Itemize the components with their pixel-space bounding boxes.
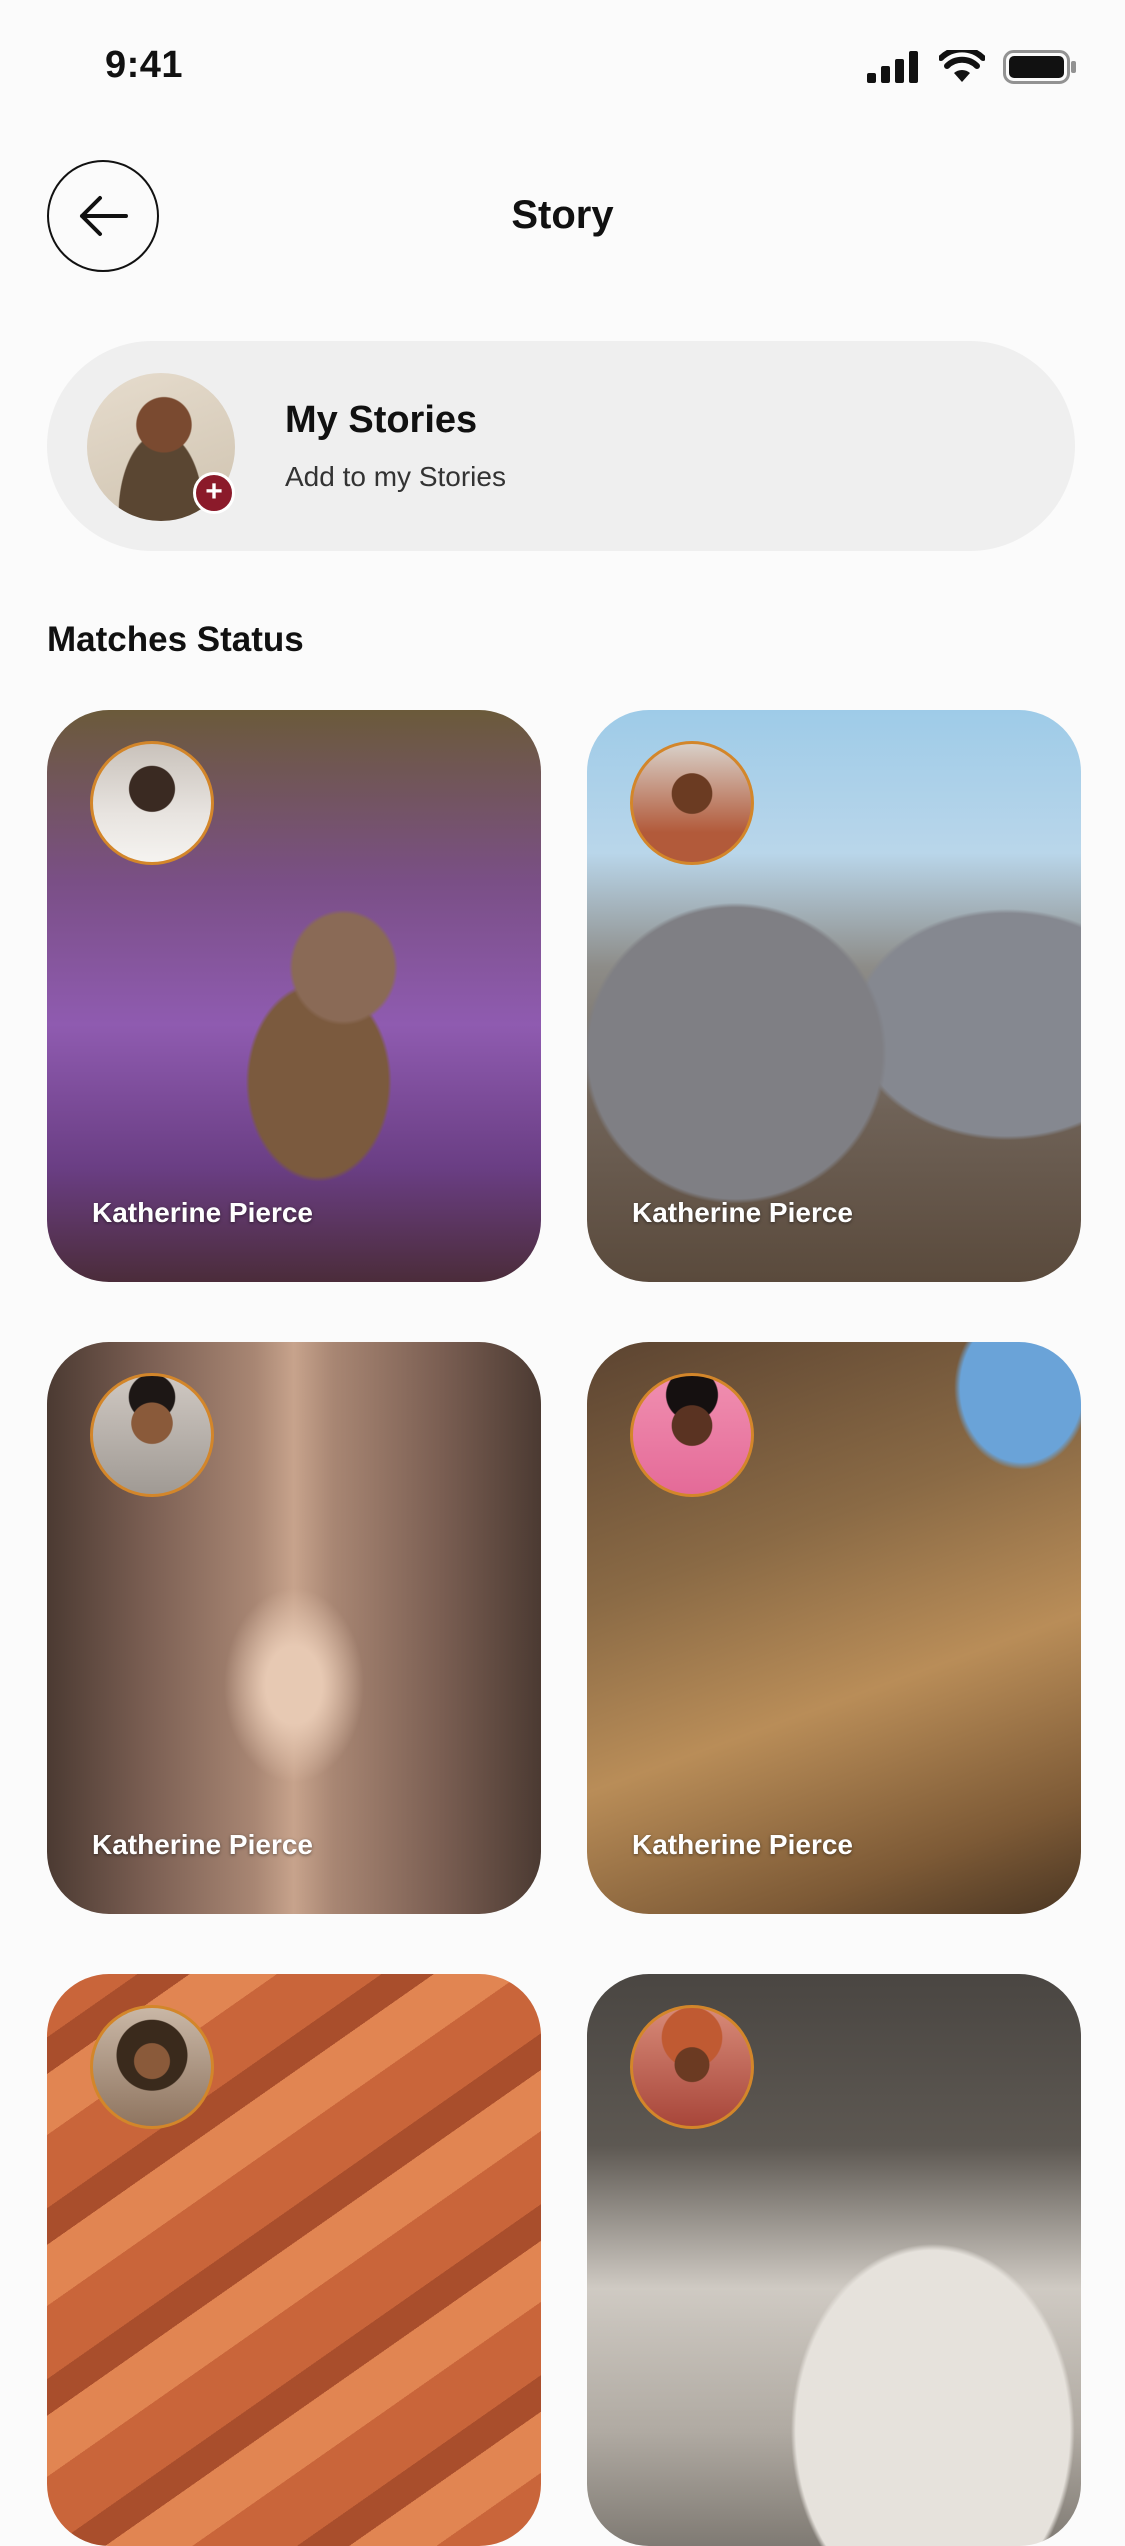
story-card[interactable]: Katherine Pierce	[47, 1342, 541, 1914]
avatar	[630, 741, 754, 865]
story-card[interactable]: Katherine Pierce	[47, 710, 541, 1282]
avatar	[630, 1373, 754, 1497]
my-stories-title: My Stories	[285, 399, 478, 441]
avatar	[90, 1373, 214, 1497]
header: Story	[0, 160, 1125, 280]
story-name: Katherine Pierce	[92, 1197, 313, 1228]
my-stories-card[interactable]: + My Stories Add to my Stories	[47, 341, 1075, 551]
story-card[interactable]	[587, 1974, 1081, 2546]
story-name: Katherine Pierce	[632, 1829, 853, 1860]
story-name: Katherine Pierce	[632, 1197, 853, 1228]
avatar	[630, 2005, 754, 2129]
avatar	[90, 2005, 214, 2129]
story-card[interactable]: Katherine Pierce	[587, 1342, 1081, 1914]
page-title: Story	[511, 193, 614, 237]
story-name: Katherine Pierce	[92, 1829, 313, 1860]
avatar	[90, 741, 214, 865]
story-card[interactable]	[47, 1974, 541, 2546]
my-stories-subtitle: Add to my Stories	[285, 461, 506, 492]
status-icons	[867, 50, 1077, 84]
wifi-icon	[939, 50, 985, 82]
story-card[interactable]: Katherine Pierce	[587, 710, 1081, 1282]
status-bar: 9:41	[0, 0, 1125, 140]
cellular-signal-icon	[867, 51, 918, 83]
add-story-badge[interactable]: +	[193, 472, 235, 514]
battery-icon	[1003, 50, 1076, 84]
status-time: 9:41	[105, 44, 184, 86]
section-title: Matches Status	[47, 620, 304, 659]
